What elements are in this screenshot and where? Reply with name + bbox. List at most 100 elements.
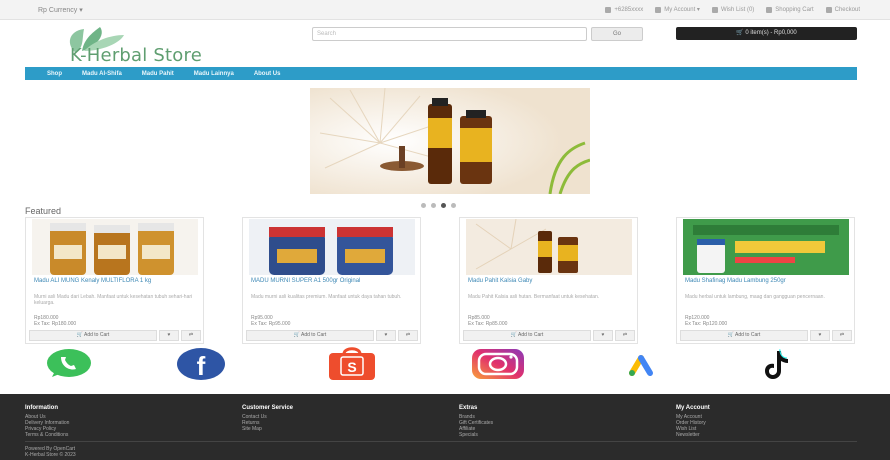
nav-item-about-us[interactable]: About Us	[254, 71, 281, 77]
nav-item-madu-al-shifa[interactable]: Madu Al-Shifa	[82, 71, 122, 77]
top-link-phone[interactable]: +6285xxxx	[605, 6, 643, 13]
product-actions: 🛒 Add to Cart ♥ ⇄	[680, 330, 852, 341]
svg-text:f: f	[197, 351, 206, 381]
footer-column-title: Extras	[459, 405, 478, 411]
copyright-text: K-Herbal Store © 2023	[25, 452, 76, 458]
slider-dot[interactable]	[451, 203, 456, 208]
add-to-cart-button[interactable]: 🛒 Add to Cart	[246, 330, 374, 341]
footer-column-my-account: My Account My Account Order History Wish…	[676, 405, 826, 438]
nav-item-madu-pahit[interactable]: Madu Pahit	[142, 71, 174, 77]
footer-column-customer-service: Customer Service Contact Us Returns Site…	[242, 405, 392, 432]
wishlist-button[interactable]: ♥	[593, 330, 613, 341]
currency-dropdown[interactable]: Rp Currency ▾	[38, 6, 83, 14]
product-card: Madu Pahit Kalsia Gaby Madu Pahit Kalsia…	[459, 217, 638, 344]
product-description: Madu herbal untuk lambung, maag dan gang…	[685, 294, 825, 300]
product-actions: 🛒 Add to Cart ♥ ⇄	[246, 330, 418, 341]
product-title[interactable]: Madu Pahit Kalsia Gaby	[468, 278, 628, 285]
product-image[interactable]	[466, 219, 632, 275]
featured-heading: Featured	[25, 206, 62, 216]
product-card: MADU MURNI SUPER A1 500gr Original Madu …	[242, 217, 421, 344]
add-to-cart-button[interactable]: 🛒 Add to Cart	[29, 330, 157, 341]
slider-dot-active[interactable]	[441, 203, 446, 208]
product-image[interactable]	[32, 219, 198, 275]
footer-link[interactable]: Site Map	[242, 426, 392, 432]
instagram-icon[interactable]	[471, 347, 524, 381]
add-to-cart-button[interactable]: 🛒 Add to Cart	[463, 330, 591, 341]
price-ex-tax: Ex Tax: Rp95.000	[251, 321, 291, 327]
top-link-label: My Account ▾	[664, 7, 700, 13]
product-price: Rp180.000 Ex Tax: Rp180.000	[34, 315, 76, 327]
top-link-account[interactable]: My Account ▾	[655, 6, 700, 13]
banner-slider[interactable]	[310, 88, 590, 194]
nav-item-shop[interactable]: Shop	[47, 71, 62, 77]
product-description: Madu murni asli kualitas premium. Manfaa…	[251, 294, 402, 300]
nav-item-madu-lainnya[interactable]: Madu Lainnya	[194, 71, 234, 77]
search-input[interactable]: Search	[312, 27, 587, 41]
top-link-label: Shopping Cart	[775, 6, 814, 13]
compare-button[interactable]: ⇄	[181, 330, 201, 341]
user-icon	[655, 6, 662, 13]
main-nav: Shop Madu Al-Shifa Madu Pahit Madu Lainn…	[25, 67, 857, 80]
wishlist-button[interactable]: ♥	[376, 330, 396, 341]
store-logo[interactable]: K-Herbal Store	[62, 25, 292, 66]
product-card: Madu ALI MUNG Kenaly MULTIFLORA 1 kg Mur…	[25, 217, 204, 344]
product-title[interactable]: Madu ALI MUNG Kenaly MULTIFLORA 1 kg	[34, 278, 194, 285]
footer-column-information: Information About Us Delivery Informatio…	[25, 405, 175, 438]
logo-text: K-Herbal Store	[70, 45, 202, 66]
cart-icon	[766, 6, 773, 13]
heart-icon	[711, 6, 718, 13]
share-icon	[825, 6, 832, 13]
footer-column-title: Customer Service	[242, 405, 294, 411]
phone-icon	[605, 6, 612, 13]
product-actions: 🛒 Add to Cart ♥ ⇄	[29, 330, 201, 341]
product-price: Rp85.000 Ex Tax: Rp85.000	[468, 315, 507, 327]
footer-divider	[25, 441, 857, 442]
wishlist-button[interactable]: ♥	[810, 330, 830, 341]
footer-link[interactable]: Terms & Conditions	[25, 432, 175, 438]
site-footer: Information About Us Delivery Informatio…	[0, 394, 890, 460]
footer-column-title: Information	[25, 405, 58, 411]
top-link-label: Wish List (0)	[720, 6, 755, 13]
product-title[interactable]: Madu Shafinag Madu Lambung 250gr	[685, 278, 845, 285]
product-description: Murni asli Madu dari Lebah. Manfaat untu…	[34, 294, 193, 306]
product-image[interactable]	[683, 219, 849, 275]
top-bar: Rp Currency ▾ +6285xxxx My Account ▾ Wis…	[0, 0, 890, 20]
search-button[interactable]: Go	[591, 27, 643, 41]
top-link-checkout[interactable]: Checkout	[825, 6, 860, 13]
footer-link[interactable]: Specials	[459, 432, 609, 438]
top-links: +6285xxxx My Account ▾ Wish List (0) Sho…	[605, 6, 860, 13]
product-description: Madu Pahit Kalsia asli hutan. Bermanfaat…	[468, 294, 600, 300]
product-price: Rp120.000 Ex Tax: Rp120.000	[685, 315, 727, 327]
compare-button[interactable]: ⇄	[615, 330, 635, 341]
facebook-icon[interactable]: f	[176, 347, 226, 381]
top-link-cart[interactable]: Shopping Cart	[766, 6, 814, 13]
price-ex-tax: Ex Tax: Rp85.000	[468, 321, 508, 327]
cart-button[interactable]: 🛒 0 item(s) - Rp0,000	[676, 27, 857, 40]
slider-dot[interactable]	[421, 203, 426, 208]
top-link-label: +6285xxxx	[614, 6, 644, 13]
whatsapp-icon[interactable]	[44, 347, 94, 381]
footer-link[interactable]: Newsletter	[676, 432, 826, 438]
footer-column-title: My Account	[676, 405, 710, 411]
compare-button[interactable]: ⇄	[398, 330, 418, 341]
shopee-icon[interactable]: S	[327, 347, 377, 381]
top-link-wishlist[interactable]: Wish List (0)	[711, 6, 755, 13]
footer-credits: Powered By OpenCart K-Herbal Store © 202…	[25, 446, 76, 458]
svg-text:S: S	[347, 359, 356, 375]
footer-column-extras: Extras Brands Gift Certificates Affiliat…	[459, 405, 609, 438]
product-image[interactable]	[249, 219, 415, 275]
compare-button[interactable]: ⇄	[832, 330, 852, 341]
product-price: Rp95.000 Ex Tax: Rp95.000	[251, 315, 290, 327]
price-ex-tax: Ex Tax: Rp180.000	[34, 321, 77, 327]
slider-dot[interactable]	[431, 203, 436, 208]
top-link-label: Checkout	[834, 6, 860, 13]
wishlist-button[interactable]: ♥	[159, 330, 179, 341]
add-to-cart-button[interactable]: 🛒 Add to Cart	[680, 330, 808, 341]
tiktok-icon[interactable]	[752, 347, 802, 381]
google-ads-icon[interactable]	[614, 347, 664, 381]
product-card: Madu Shafinag Madu Lambung 250gr Madu he…	[676, 217, 855, 344]
product-title[interactable]: MADU MURNI SUPER A1 500gr Original	[251, 278, 411, 285]
price-ex-tax: Ex Tax: Rp120.000	[685, 321, 728, 327]
banner-image	[310, 88, 590, 194]
product-actions: 🛒 Add to Cart ♥ ⇄	[463, 330, 635, 341]
